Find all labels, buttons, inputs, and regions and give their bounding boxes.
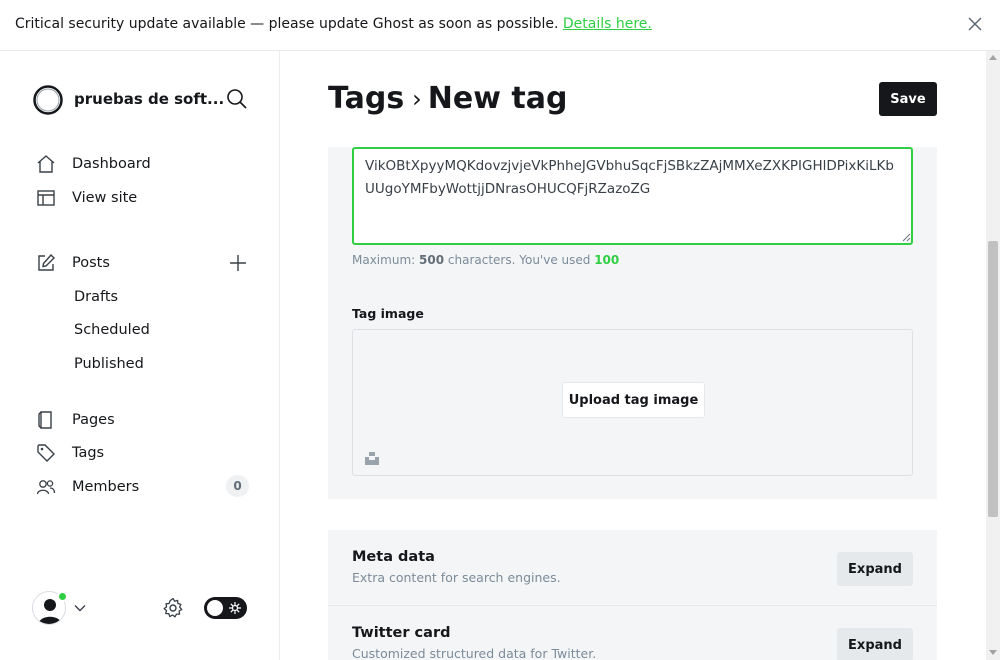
- edit-icon: [38, 253, 55, 271]
- toggle-knob: [207, 600, 223, 616]
- scrollbar-thumb[interactable]: [988, 241, 998, 517]
- page-icon: [38, 411, 52, 429]
- sidebar-item-label: Members: [72, 479, 140, 495]
- meta-data-section: Meta data Extra content for search engin…: [328, 530, 937, 606]
- tag-image-label: Tag image: [352, 306, 424, 321]
- sidebar-item-scheduled[interactable]: Scheduled: [74, 322, 150, 338]
- online-status-dot: [57, 591, 68, 602]
- banner-message-row: Critical security update available — ple…: [15, 16, 652, 32]
- banner-details-link[interactable]: Details here.: [563, 16, 652, 32]
- sidebar-item-label: Tags: [72, 445, 105, 461]
- tag-settings-panel: VikOBtXpyyMQKdovzjvjeVkPhheJGVbhuSqcFjSB…: [328, 147, 937, 499]
- sidebar-item-drafts[interactable]: Drafts: [74, 289, 118, 305]
- section-title: Twitter card: [352, 625, 451, 641]
- theme-toggle[interactable]: [204, 597, 247, 619]
- sidebar-item-posts[interactable]: Posts: [36, 251, 110, 275]
- tag-icon: [37, 444, 55, 462]
- site-title[interactable]: pruebas de soft...: [74, 90, 224, 108]
- sidebar-item-published[interactable]: Published: [74, 356, 144, 372]
- hint-max: 500: [419, 253, 445, 267]
- gear-icon[interactable]: [162, 597, 184, 619]
- sun-icon: [229, 602, 241, 614]
- save-button[interactable]: Save: [879, 82, 937, 116]
- sidebar-item-tags[interactable]: Tags: [36, 441, 104, 465]
- sidebar-item-dashboard[interactable]: Dashboard: [36, 152, 151, 176]
- upload-tag-image-button[interactable]: Upload tag image: [562, 382, 705, 418]
- resize-handle-icon[interactable]: [902, 233, 911, 242]
- site-logo-icon[interactable]: [32, 84, 64, 116]
- section-subtitle: Customized structured data for Twitter.: [352, 646, 597, 660]
- sidebar-item-pages[interactable]: Pages: [36, 408, 115, 432]
- unsplash-icon[interactable]: [365, 451, 379, 465]
- breadcrumb: Tags › New tag: [328, 81, 567, 116]
- sidebar: pruebas de soft... Dashboard View site P…: [0, 51, 280, 660]
- update-banner: Critical security update available — ple…: [0, 0, 1000, 51]
- breadcrumb-parent-link[interactable]: Tags: [328, 81, 404, 116]
- hint-middle: characters. You've used: [447, 253, 591, 267]
- character-count-hint: Maximum: 500 characters. You've used 100: [352, 253, 619, 267]
- sidebar-item-label: Posts: [72, 255, 110, 271]
- sidebar-item-label: Pages: [72, 412, 115, 428]
- search-icon[interactable]: [226, 88, 248, 110]
- page-title: New tag: [427, 81, 568, 116]
- members-count-badge: 0: [226, 475, 249, 497]
- scroll-down-arrow-icon[interactable]: [989, 650, 997, 655]
- chevron-down-icon[interactable]: [73, 601, 87, 615]
- hint-prefix: Maximum:: [352, 253, 416, 267]
- sidebar-item-members[interactable]: Members: [36, 475, 139, 499]
- main-content: Tags › New tag Save VikOBtXpyyMQKdovzjvj…: [281, 51, 986, 660]
- new-post-plus-icon[interactable]: [228, 253, 248, 273]
- hint-used: 100: [594, 253, 620, 267]
- close-icon[interactable]: [966, 15, 984, 33]
- banner-message: Critical security update available — ple…: [15, 16, 559, 32]
- section-title: Meta data: [352, 549, 435, 565]
- vertical-scrollbar[interactable]: [986, 51, 1000, 660]
- description-textarea[interactable]: VikOBtXpyyMQKdovzjvjeVkPhheJGVbhuSqcFjSB…: [352, 147, 913, 245]
- sidebar-item-label: View site: [72, 190, 138, 206]
- breadcrumb-separator: ›: [412, 84, 422, 113]
- sidebar-item-view-site[interactable]: View site: [36, 186, 137, 210]
- section-subtitle: Extra content for search engines.: [352, 570, 561, 585]
- members-icon: [36, 480, 56, 495]
- browser-icon: [37, 190, 55, 206]
- scroll-up-arrow-icon[interactable]: [989, 55, 997, 60]
- tag-image-dropzone[interactable]: Upload tag image: [352, 329, 913, 476]
- twitter-card-section: Twitter card Customized structured data …: [328, 606, 937, 660]
- home-icon: [37, 155, 55, 173]
- sidebar-item-label: Dashboard: [72, 156, 151, 172]
- meta-data-expand-button[interactable]: Expand: [837, 552, 913, 586]
- twitter-card-expand-button[interactable]: Expand: [837, 628, 913, 660]
